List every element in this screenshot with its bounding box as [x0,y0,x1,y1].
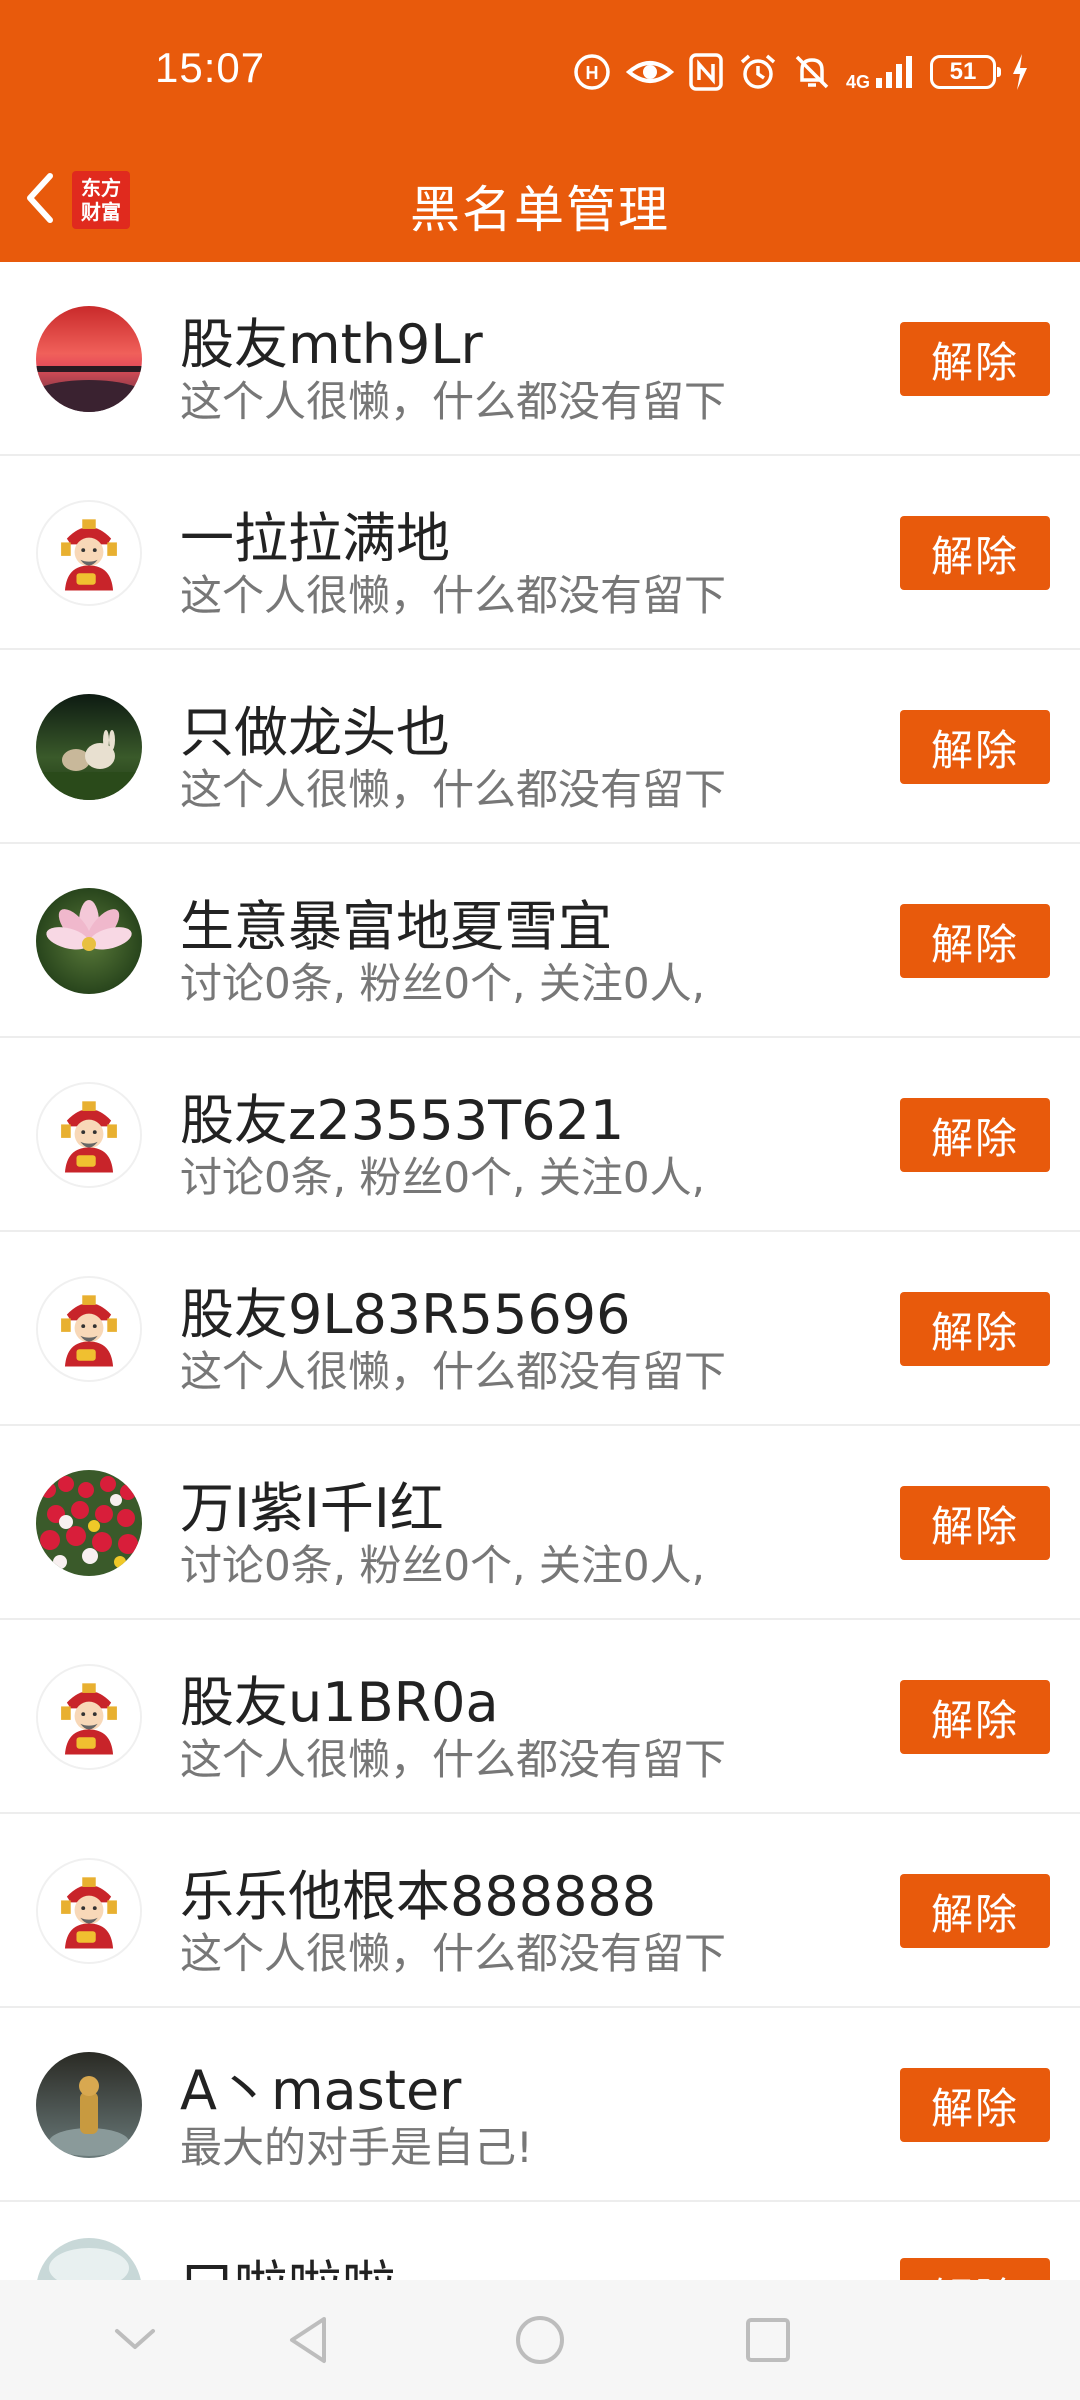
status-time: 15:07 [155,44,266,91]
list-item: 只做龙头也 这个人很懒，什么都没有留下 解除 [0,650,1080,844]
eye-icon [625,52,674,92]
user-desc: 讨论0条, 粉丝0个, 关注0人, [180,1153,705,1202]
avatar[interactable] [36,1276,142,1382]
header-bar: 东方 财富 黑名单管理 [0,140,1080,262]
hd-icon: H [572,52,612,92]
remove-button[interactable]: 解除 [900,1292,1050,1366]
svg-text:H: H [585,63,598,83]
list-item: 股友9L83R55696 这个人很懒，什么都没有留下 解除 [0,1232,1080,1426]
avatar[interactable] [36,1082,142,1188]
system-navigation-bar [0,2280,1080,2400]
avatar[interactable] [36,1664,142,1770]
avatar[interactable] [36,306,142,412]
nfc-icon [688,52,724,92]
back-triangle-icon[interactable] [278,2310,338,2370]
mute-icon [792,52,832,92]
remove-button[interactable]: 解除 [900,1680,1050,1754]
user-desc: 讨论0条, 粉丝0个, 关注0人, [180,1541,705,1590]
user-desc: 这个人很懒，什么都没有留下 [180,571,727,620]
list-item: 股友mth9Lr 这个人很懒，什么都没有留下 解除 [0,262,1080,456]
list-item: A丶master 最大的对手是自己! 解除 [0,2008,1080,2202]
user-desc: 讨论0条, 粉丝0个, 关注0人, [180,959,705,1008]
remove-button[interactable]: 解除 [900,710,1050,784]
list-item: 股友u1BR0a 这个人很懒，什么都没有留下 解除 [0,1620,1080,1814]
signal-icon: 4G [845,54,916,92]
list-item: 股友z23553T621 讨论0条, 粉丝0个, 关注0人, 解除 [0,1038,1080,1232]
avatar[interactable] [36,1858,142,1964]
avatar[interactable] [36,2052,142,2158]
recents-square-icon[interactable] [738,2310,798,2370]
blacklist: 股友mth9Lr 这个人很懒，什么都没有留下 解除 一拉拉满地 这个人很懒，什么… [0,262,1080,2322]
list-item: 一拉拉满地 这个人很懒，什么都没有留下 解除 [0,456,1080,650]
battery-icon: 51 [930,55,1001,89]
list-item: 生意暴富地夏雪宜 讨论0条, 粉丝0个, 关注0人, 解除 [0,844,1080,1038]
list-item: 乐乐他根本888888 这个人很懒，什么都没有留下 解除 [0,1814,1080,2008]
user-desc: 这个人很懒，什么都没有留下 [180,1347,727,1396]
avatar[interactable] [36,888,142,994]
alarm-icon [738,52,778,92]
home-circle-icon[interactable] [510,2310,570,2370]
remove-button[interactable]: 解除 [900,1098,1050,1172]
user-desc: 最大的对手是自己! [180,2123,533,2172]
remove-button[interactable]: 解除 [900,516,1050,590]
network-label: 4G [845,72,870,92]
list-item: 万I紫I千I红 讨论0条, 粉丝0个, 关注0人, 解除 [0,1426,1080,1620]
avatar[interactable] [36,500,142,606]
remove-button[interactable]: 解除 [900,1874,1050,1948]
remove-button[interactable]: 解除 [900,1486,1050,1560]
avatar[interactable] [36,1470,142,1576]
remove-button[interactable]: 解除 [900,904,1050,978]
user-desc: 这个人很懒，什么都没有留下 [180,765,727,814]
user-desc: 这个人很懒，什么都没有留下 [180,377,727,426]
avatar[interactable] [36,694,142,800]
page-title: 黑名单管理 [410,181,670,239]
remove-button[interactable]: 解除 [900,2068,1050,2142]
remove-button[interactable]: 解除 [900,322,1050,396]
collapse-icon[interactable] [105,2310,165,2370]
status-bar: 15:07 H 4G 51 [0,0,1080,140]
user-desc: 这个人很懒，什么都没有留下 [180,1929,727,1978]
charging-icon [1010,52,1030,92]
status-icons: H 4G 51 [572,48,1030,96]
battery-level: 51 [949,58,977,85]
user-desc: 这个人很懒，什么都没有留下 [180,1735,727,1784]
